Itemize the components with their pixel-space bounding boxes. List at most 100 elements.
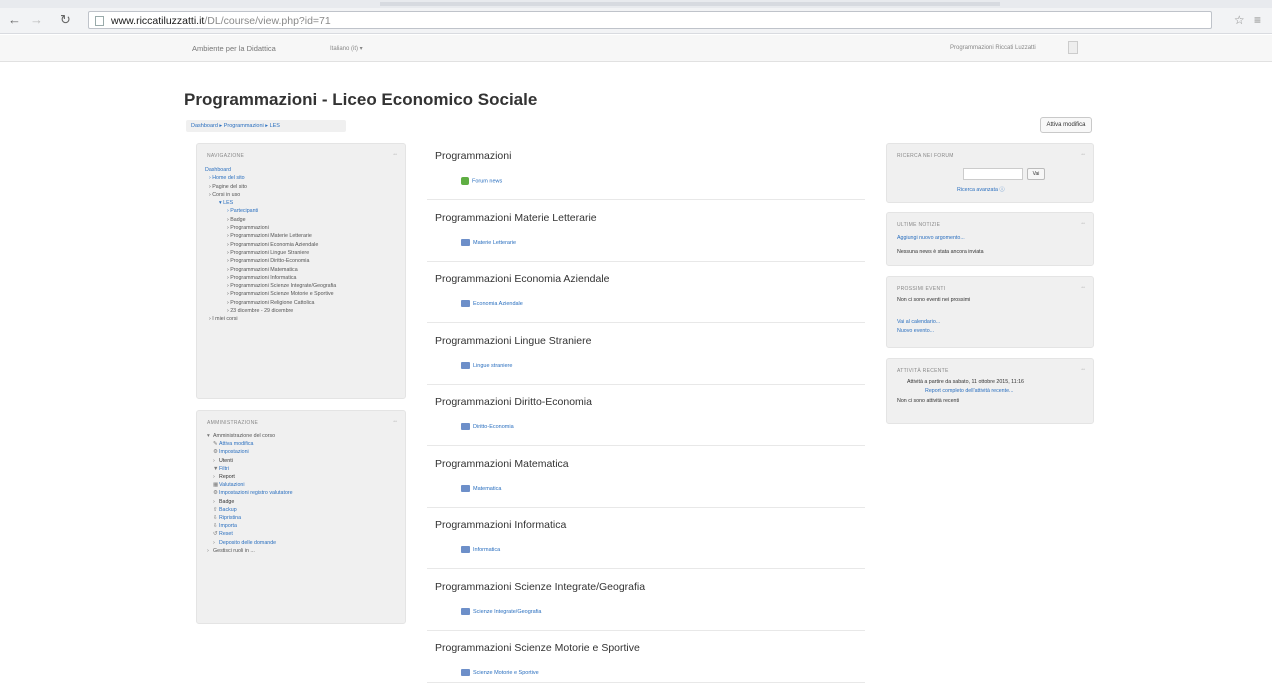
activity-since-text: Attività a partire da sabato, 11 ottobre… xyxy=(907,379,1025,385)
site-brand[interactable]: Ambiente per la Didattica xyxy=(192,44,276,53)
block-controls-icon[interactable]: ▫▫ xyxy=(1081,285,1085,291)
nav-item[interactable]: › Badge xyxy=(205,216,336,224)
admin-item[interactable]: › Gestisci ruoli in ... xyxy=(205,547,293,555)
nav-item[interactable]: › Programmazioni xyxy=(205,224,336,232)
activity-link[interactable]: Materie Letterarie xyxy=(461,238,516,246)
block-controls-icon[interactable]: ▫▫ xyxy=(1081,221,1085,227)
nav-item[interactable]: › Programmazioni Scienze Integrate/Geogr… xyxy=(205,282,336,290)
activity-link[interactable]: Matematica xyxy=(461,484,501,492)
section-title: Programmazioni Lingue Straniere xyxy=(435,334,592,347)
nav-item[interactable]: ▾ LES xyxy=(205,199,336,207)
active-tab[interactable] xyxy=(380,2,1000,6)
admin-item[interactable]: ↺Reset xyxy=(205,530,293,538)
admin-item-label[interactable]: Attiva modifica xyxy=(219,441,253,447)
tab-strip xyxy=(0,0,1272,8)
admin-item[interactable]: › Badge xyxy=(205,498,293,506)
admin-item-label[interactable]: Valutazioni xyxy=(219,482,245,488)
activity-link[interactable]: Scienze Integrate/Geografia xyxy=(461,607,542,615)
new-event-link[interactable]: Nuovo evento... xyxy=(897,328,934,334)
admin-item[interactable]: ✎Attiva modifica xyxy=(205,440,293,448)
add-news-link[interactable]: Aggiungi nuovo argomento... xyxy=(897,235,965,241)
avatar[interactable] xyxy=(1068,41,1078,54)
activity-link[interactable]: Forum news xyxy=(461,177,502,185)
block-controls-icon[interactable]: ▫▫ xyxy=(393,152,397,158)
calendar-link[interactable]: Vai al calendario... xyxy=(897,319,940,325)
forum-icon xyxy=(461,177,469,185)
admin-item-label[interactable]: Reset xyxy=(219,531,233,537)
language-menu[interactable]: Italiano (it) ▾ xyxy=(330,45,363,52)
advanced-search-link[interactable]: Ricerca avanzata ⓘ xyxy=(957,185,1005,193)
nav-item-label: › Programmazioni Lingue Straniere xyxy=(227,249,310,256)
activity-link[interactable]: Scienze Motorie e Sportive xyxy=(461,669,539,676)
star-icon[interactable]: ☆ ≡ xyxy=(1234,13,1264,27)
back-arrow-icon[interactable]: ← xyxy=(8,13,21,26)
nav-item[interactable]: › Programmazioni Economia Aziendale xyxy=(205,241,336,249)
nav-item[interactable]: › Programmazioni Matematica xyxy=(205,266,336,274)
nav-item[interactable]: › Programmazioni Religione Cattolica xyxy=(205,299,336,307)
admin-item-label[interactable]: Filtri xyxy=(219,466,229,472)
full-report-link[interactable]: Report completo dell'attività recente... xyxy=(925,388,1013,394)
admin-item[interactable]: ⇩Importa xyxy=(205,522,293,530)
folder-icon xyxy=(461,361,470,369)
nav-item-label[interactable]: › Partecipanti xyxy=(227,208,258,214)
admin-item-label[interactable]: Deposito delle domande xyxy=(219,540,276,546)
forum-search-input[interactable] xyxy=(963,168,1023,180)
activity-link[interactable]: Economia Aziendale xyxy=(461,300,523,307)
nav-item[interactable]: › Home del sito xyxy=(205,174,336,182)
nav-item[interactable]: › Pagine del sito xyxy=(205,183,336,191)
admin-item[interactable]: › Report xyxy=(205,473,293,481)
nav-item[interactable]: › Corsi in uso xyxy=(205,191,336,199)
activity-link[interactable]: Informatica xyxy=(461,546,500,553)
nav-item-label[interactable]: › Home del sito xyxy=(209,175,245,181)
nav-item[interactable]: › Partecipanti xyxy=(205,207,336,215)
admin-item[interactable]: ▾ Amministrazione del corso xyxy=(205,432,293,440)
course-section: Programmazioni Informatica Informatica xyxy=(427,512,865,569)
course-section: Programmazioni Materie Letterarie Materie… xyxy=(427,205,865,262)
activity-label: Informatica xyxy=(473,546,501,553)
nav-item-label: › Corsi in uso xyxy=(209,191,241,198)
nav-item[interactable]: › Programmazioni Informatica xyxy=(205,274,336,282)
admin-item-label: Utenti xyxy=(219,457,233,464)
admin-item[interactable]: ⚙Impostazioni registro valutatore xyxy=(205,489,293,497)
admin-item[interactable]: ▦Valutazioni xyxy=(205,481,293,489)
edit-mode-button[interactable]: Attiva modifica xyxy=(1040,117,1092,133)
nav-item[interactable]: › I miei corsi xyxy=(205,315,336,323)
admin-item[interactable]: ⚙Impostazioni xyxy=(205,448,293,456)
user-menu[interactable]: Programmazioni Riccati Luzzatti xyxy=(950,45,1036,51)
nav-item[interactable]: › Programmazioni Diritto-Economia xyxy=(205,257,336,265)
admin-item[interactable]: › Utenti xyxy=(205,457,293,465)
forward-arrow-icon[interactable]: → xyxy=(30,13,43,26)
activity-link[interactable]: Diritto-Economia xyxy=(461,423,514,430)
nav-item-label: › I miei corsi xyxy=(209,316,238,323)
nav-item-label: › Pagine del sito xyxy=(209,183,247,190)
nav-item[interactable]: Dashboard xyxy=(205,166,336,174)
admin-item-label[interactable]: Impostazioni registro valutatore xyxy=(219,490,293,496)
section-title: Programmazioni Scienze Integrate/Geograf… xyxy=(435,580,646,593)
admin-item[interactable]: ⇧Backup xyxy=(205,506,293,514)
address-bar[interactable]: www.riccatiluzzatti.it/DL/course/view.ph… xyxy=(88,11,1212,29)
admin-item-label[interactable]: Importa xyxy=(219,523,237,529)
admin-item[interactable]: ⇩Ripristina xyxy=(205,514,293,522)
admin-item[interactable]: › Deposito delle domande xyxy=(205,539,293,547)
page-icon xyxy=(95,16,104,26)
block-controls-icon[interactable]: ▫▫ xyxy=(1081,152,1085,158)
nav-item-label[interactable]: ▾ LES xyxy=(219,200,233,206)
reload-icon[interactable]: ↻ xyxy=(60,13,71,26)
no-news-text: Nessuna news è stata ancora inviata xyxy=(897,249,984,255)
admin-item-label[interactable]: Backup xyxy=(219,507,237,513)
block-controls-icon[interactable]: ▫▫ xyxy=(1081,367,1085,373)
nav-item[interactable]: › Programmazioni Materie Letterarie xyxy=(205,232,336,240)
admin-item-label[interactable]: Ripristina xyxy=(219,515,241,521)
admin-item-label[interactable]: Impostazioni xyxy=(219,449,249,455)
activity-link[interactable]: Lingue straniere xyxy=(461,361,512,369)
nav-item[interactable]: › Programmazioni Lingue Straniere xyxy=(205,249,336,257)
block-controls-icon[interactable]: ▫▫ xyxy=(393,419,397,425)
block-title: Attività recente xyxy=(897,368,949,374)
nav-item-label: › Programmazioni Materie Letterarie xyxy=(227,233,312,240)
nav-item[interactable]: › Programmazioni Scienze Motorie e Sport… xyxy=(205,290,336,298)
nav-item[interactable]: › 23 dicembre - 29 dicembre xyxy=(205,307,336,315)
breadcrumb[interactable]: Dashboard ▸ Programmazioni ▸ LES xyxy=(186,120,346,132)
forum-search-go-button[interactable]: Vai xyxy=(1027,168,1045,180)
nav-item-label[interactable]: Dashboard xyxy=(205,167,231,173)
admin-item[interactable]: ▼Filtri xyxy=(205,465,293,473)
